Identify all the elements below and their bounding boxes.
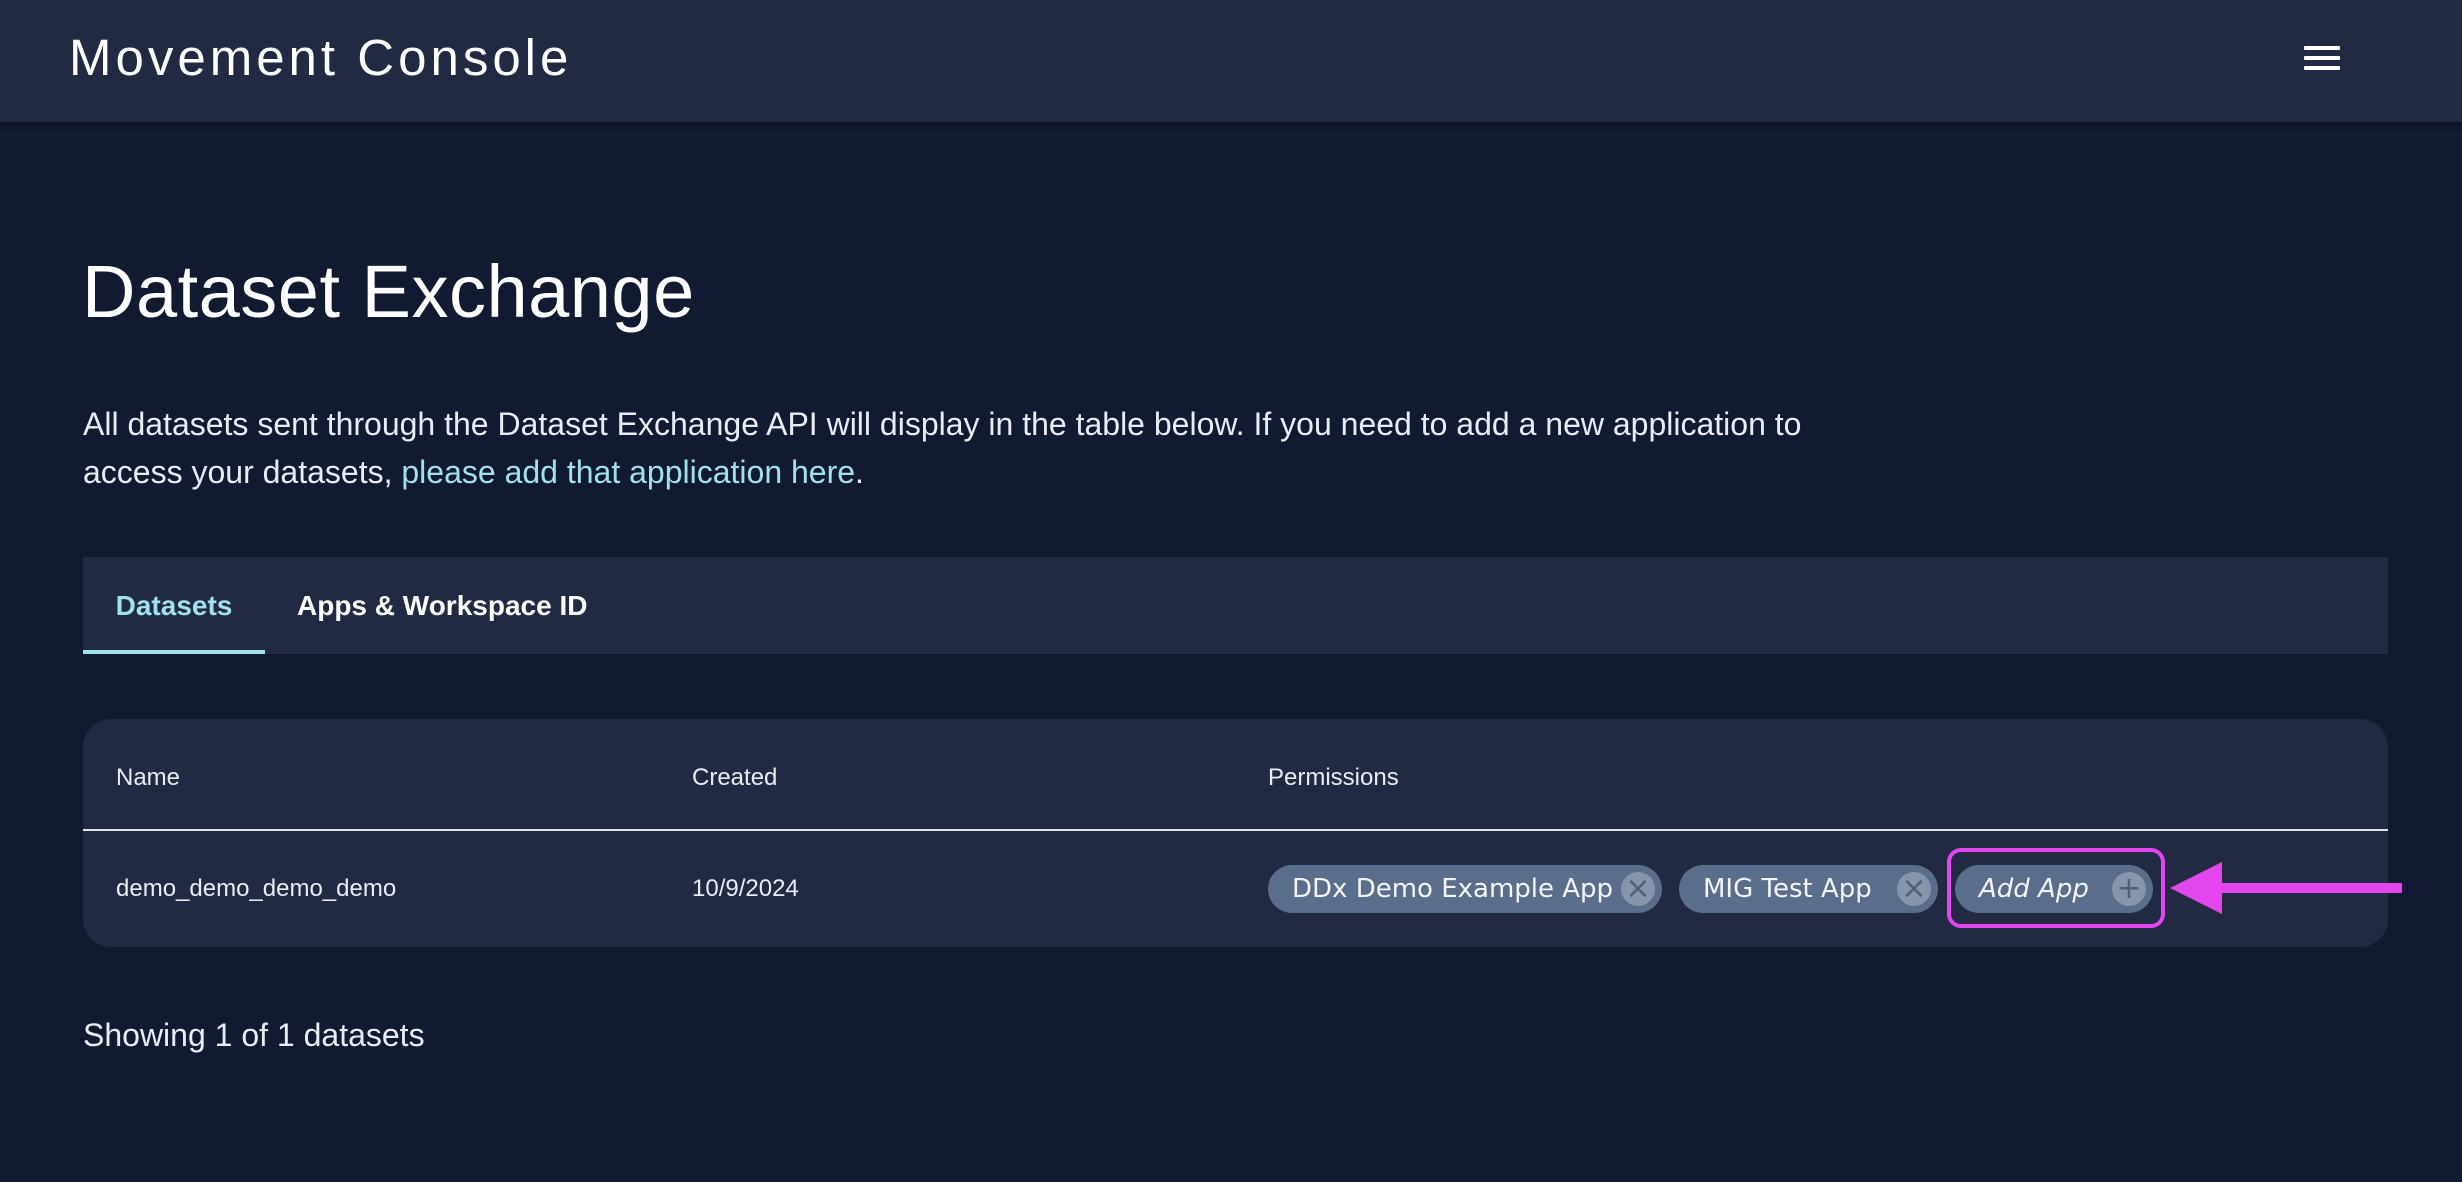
remove-icon[interactable]: × xyxy=(1897,872,1931,906)
add-app-label: Add App xyxy=(1979,874,2089,904)
dataset-count: Showing 1 of 1 datasets xyxy=(83,1017,425,1053)
header-divider xyxy=(83,829,2388,831)
tab-datasets[interactable]: Datasets xyxy=(83,557,265,654)
column-header-name: Name xyxy=(116,764,181,791)
datasets-table: Name Created Permissions demo_demo_demo_… xyxy=(83,719,2388,947)
add-application-link[interactable]: please add that application here xyxy=(401,454,855,490)
menu-line xyxy=(2304,66,2340,70)
hamburger-menu-icon[interactable] xyxy=(2296,36,2348,80)
app-brand[interactable]: Movement Console xyxy=(69,28,572,88)
annotation-arrow-shaft xyxy=(2212,883,2402,893)
permission-chip: DDx Demo Example App × xyxy=(1268,865,1662,913)
top-bar: Movement Console xyxy=(0,0,2462,122)
add-app-button[interactable]: Add App + xyxy=(1955,865,2153,913)
column-header-created: Created xyxy=(692,764,778,791)
permission-chip: MIG Test App × xyxy=(1679,865,1938,913)
column-header-permissions: Permissions xyxy=(1268,764,1399,791)
intro-end: . xyxy=(855,454,864,490)
menu-line xyxy=(2304,56,2340,60)
permission-chip-label: MIG Test App xyxy=(1703,874,1872,904)
tab-apps-workspace-id[interactable]: Apps & Workspace ID xyxy=(297,557,587,654)
intro-text: All datasets sent through the Dataset Ex… xyxy=(83,406,1802,490)
plus-icon[interactable]: + xyxy=(2112,872,2146,906)
menu-line xyxy=(2304,46,2340,50)
remove-icon[interactable]: × xyxy=(1621,872,1655,906)
tab-bar: Datasets Apps & Workspace ID xyxy=(83,557,2388,654)
dataset-created-cell: 10/9/2024 xyxy=(692,875,799,902)
page-title: Dataset Exchange xyxy=(82,250,695,333)
dataset-name-cell: demo_demo_demo_demo xyxy=(116,875,397,902)
permission-chip-label: DDx Demo Example App xyxy=(1292,874,1614,904)
intro-paragraph: All datasets sent through the Dataset Ex… xyxy=(83,400,1903,496)
